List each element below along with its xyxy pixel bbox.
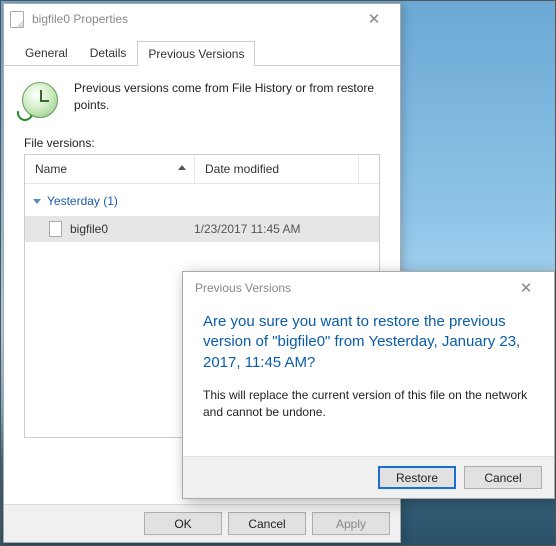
ok-button[interactable]: OK: [144, 512, 222, 535]
cancel-button[interactable]: Cancel: [228, 512, 306, 535]
chevron-down-icon: [33, 199, 41, 204]
intro-row: Previous versions come from File History…: [18, 80, 386, 118]
close-icon[interactable]: ✕: [506, 279, 546, 297]
confirm-sub-text: This will replace the current version of…: [203, 387, 534, 421]
file-icon: [49, 221, 62, 237]
confirm-body: Are you sure you want to restore the pre…: [183, 304, 554, 420]
tab-previous-versions[interactable]: Previous Versions: [137, 41, 255, 66]
sort-ascending-icon: [178, 165, 186, 170]
column-name[interactable]: Name: [25, 155, 195, 183]
version-name: bigfile0: [70, 222, 194, 236]
window-title: bigfile0 Properties: [32, 12, 354, 26]
dialog-footer: OK Cancel Apply: [4, 504, 400, 542]
apply-button[interactable]: Apply: [312, 512, 390, 535]
file-versions-label: File versions:: [24, 136, 386, 150]
history-clock-icon: [22, 82, 58, 118]
cancel-button[interactable]: Cancel: [464, 466, 542, 489]
confirm-title: Previous Versions: [195, 281, 506, 295]
titlebar: bigfile0 Properties ✕: [4, 4, 400, 34]
tab-details[interactable]: Details: [79, 40, 138, 65]
confirm-titlebar: Previous Versions ✕: [183, 272, 554, 304]
version-row[interactable]: bigfile0 1/23/2017 11:45 AM: [25, 216, 379, 242]
version-date: 1/23/2017 11:45 AM: [194, 222, 301, 236]
group-label: Yesterday (1): [47, 194, 118, 208]
column-date[interactable]: Date modified: [195, 155, 359, 183]
list-header: Name Date modified: [25, 155, 379, 184]
file-icon: [10, 11, 24, 28]
column-name-label: Name: [35, 162, 67, 176]
tab-general[interactable]: General: [14, 40, 79, 65]
intro-text: Previous versions come from File History…: [74, 80, 386, 114]
tabs: General Details Previous Versions: [4, 34, 400, 66]
confirm-main-text: Are you sure you want to restore the pre…: [203, 312, 534, 373]
column-spacer: [359, 155, 379, 183]
group-yesterday[interactable]: Yesterday (1): [25, 184, 379, 216]
confirm-dialog: Previous Versions ✕ Are you sure you wan…: [182, 271, 555, 499]
close-icon[interactable]: ✕: [354, 10, 394, 28]
confirm-footer: Restore Cancel: [183, 456, 554, 498]
restore-button[interactable]: Restore: [378, 466, 456, 489]
